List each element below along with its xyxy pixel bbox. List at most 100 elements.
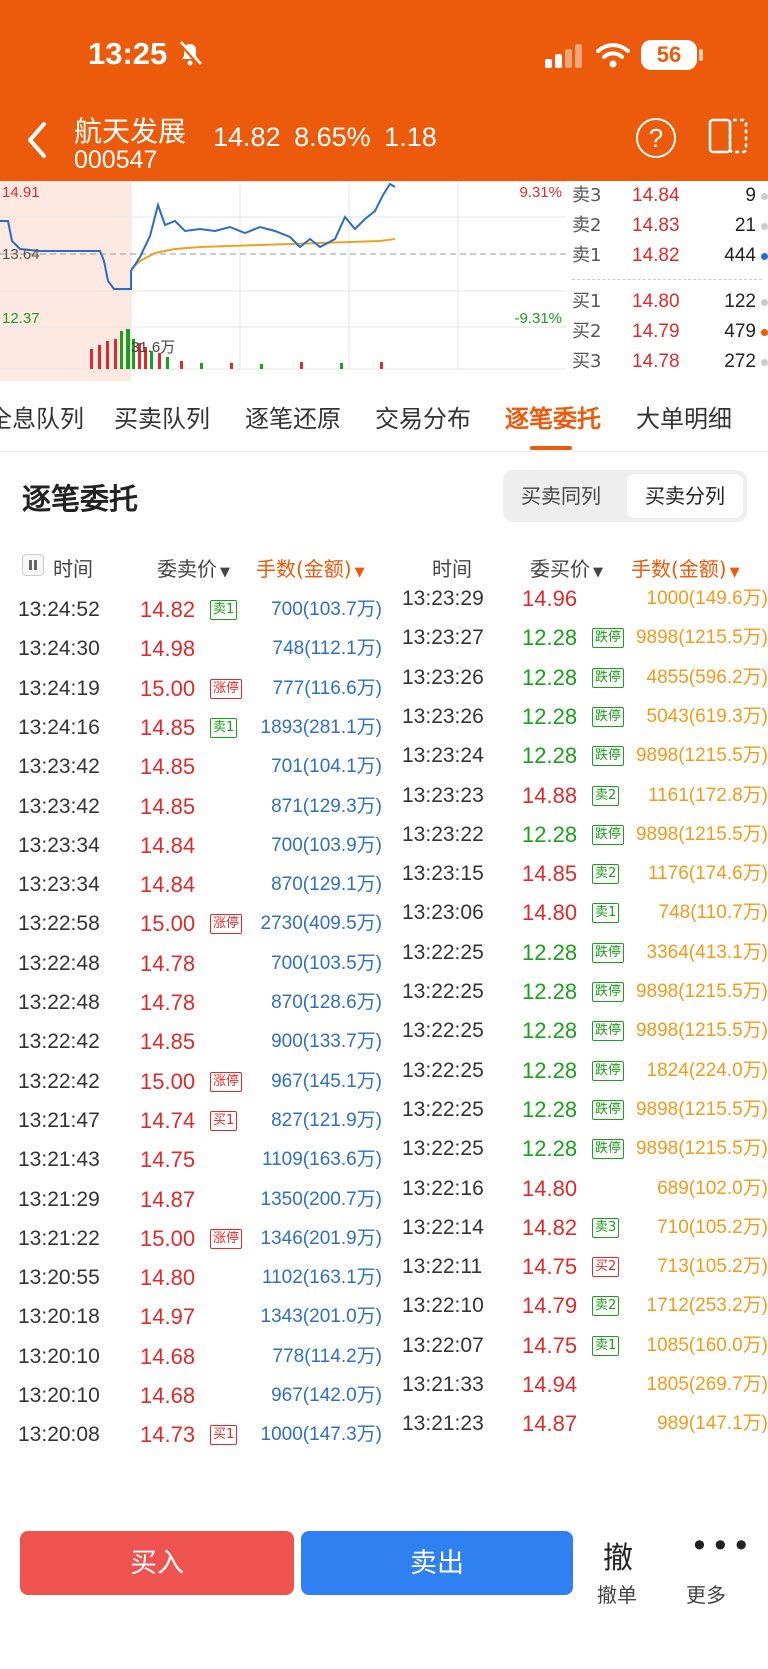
toggle-same-column[interactable]: 买卖同列: [503, 470, 619, 522]
stock-quote: 14.82 8.65% 1.18: [213, 122, 437, 153]
order-time: 13:20:10: [18, 1384, 100, 1407]
volume-max-label: 31.6万: [131, 339, 175, 356]
active-tab-indicator: [530, 446, 572, 450]
sell-order-list[interactable]: 13:24:52 14.82 卖1 700(103.7万) 13:24:30 14.98 7…: [0, 589, 394, 1519]
order-tag-badge: 卖1: [592, 903, 620, 924]
order-time: 13:22:25: [402, 1058, 484, 1082]
tab-full-queue[interactable]: 全息队列: [0, 399, 84, 434]
order-row: 13:21:33 14.94 1805(269.7万): [394, 1364, 768, 1406]
order-time: 13:24:52: [18, 598, 100, 621]
tab-big-order-detail[interactable]: 大单明细: [636, 399, 732, 434]
order-price: 12.28: [522, 1018, 578, 1044]
stock-name: 航天发展: [74, 115, 187, 148]
battery-tip: [699, 49, 703, 61]
order-row: 13:24:52 14.82 卖1 700(103.7万): [0, 589, 394, 631]
bid-label: 买1: [572, 291, 602, 312]
order-time: 13:22:48: [18, 951, 100, 975]
pct-low-label: -9.31%: [514, 310, 562, 327]
order-amount: 1824(224.0万): [646, 1059, 768, 1081]
tab-bid-ask-queue[interactable]: 买卖队列: [114, 399, 210, 434]
bid-volume: 272: [724, 351, 756, 372]
order-price: 14.75: [522, 1254, 578, 1280]
layout-switch-icon[interactable]: [706, 116, 750, 156]
order-price: 14.73: [140, 1422, 196, 1448]
order-row: 13:23:27 12.28 跌停 9898(1215.5万): [394, 617, 768, 659]
order-amount: 1805(269.7万): [646, 1374, 768, 1395]
order-row: 13:23:34 14.84 700(103.9万): [0, 825, 394, 867]
order-time: 13:21:33: [402, 1373, 484, 1396]
back-arrow-icon[interactable]: [22, 118, 52, 162]
order-row: 13:23:23 14.88 卖2 1161(172.8万): [394, 775, 768, 817]
section-title: 逐笔委托: [22, 482, 139, 516]
buy-button[interactable]: 买入: [20, 1531, 294, 1595]
order-amount: 9898(1215.5万): [635, 823, 768, 845]
order-time: 13:23:27: [402, 626, 484, 650]
tab-trade-distribution[interactable]: 交易分布: [375, 399, 471, 434]
toggle-split-column[interactable]: 买卖分列: [627, 474, 743, 518]
order-tag-badge: 跌停: [592, 706, 625, 727]
order-price: 12.28: [522, 1057, 578, 1083]
order-time: 13:22:11: [402, 1255, 483, 1279]
intraday-chart[interactable]: 14.91 13.64 12.37 9.31% -9.31% 31.6万: [0, 181, 566, 381]
order-row: 13:22:42 15.00 涨停 967(145.1万): [0, 1061, 394, 1103]
sell-price-header-label: 委卖价: [157, 557, 217, 581]
order-tag-badge: 买1: [210, 1425, 238, 1446]
wifi-icon: [596, 43, 630, 68]
order-row: 13:23:29 14.96 1000(149.6万): [394, 578, 768, 620]
order-tag-badge: 跌停: [592, 982, 625, 1002]
ask-label: 卖1: [572, 245, 602, 266]
order-amount: 9898(1215.5万): [635, 1098, 768, 1120]
order-row: 13:23:24 12.28 跌停 9898(1215.5万): [394, 735, 768, 777]
ask-price: 14.82: [632, 245, 680, 266]
dot-indicator: [761, 193, 768, 200]
ask-row: 卖2 14.83 21: [566, 213, 768, 239]
pct-high-label: 9.31%: [519, 184, 562, 201]
order-row: 13:22:25 12.28 跌停 9898(1215.5万): [394, 1010, 768, 1052]
order-price: 14.79: [522, 1293, 578, 1319]
sell-button[interactable]: 卖出: [301, 1531, 573, 1595]
order-price: 12.28: [522, 703, 578, 729]
order-tag-badge: 涨停: [210, 678, 243, 699]
order-row: 13:23:34 14.84 870(129.1万): [0, 864, 394, 906]
help-icon[interactable]: ?: [636, 118, 676, 158]
status-bar: 13:25 56: [0, 0, 768, 108]
sell-amount-header[interactable]: 手数(金额) ▼: [256, 553, 365, 582]
pause-icon[interactable]: [22, 554, 44, 576]
sell-amount-header-label: 手数(金额): [256, 557, 352, 581]
order-amount: 710(105.2万): [657, 1216, 768, 1238]
order-row: 13:23:42 14.85 701(104.1万): [0, 746, 394, 788]
sell-price-header[interactable]: 委卖价 ▼: [157, 553, 230, 582]
order-row: 13:22:48 14.78 700(103.5万): [0, 943, 394, 985]
order-amount: 9898(1215.5万): [635, 1020, 768, 1042]
cancel-order-button[interactable]: 撤单: [597, 1579, 637, 1608]
tab-tick-orders[interactable]: 逐笔委托: [505, 399, 601, 434]
order-time: 13:23:24: [402, 744, 484, 768]
tab-tick-restore[interactable]: 逐笔还原: [245, 399, 341, 434]
order-row: 13:22:25 12.28 跌停 9898(1215.5万): [394, 1089, 768, 1131]
order-price: 14.97: [140, 1304, 196, 1330]
order-tag-badge: 买1: [210, 1110, 238, 1131]
order-price: 14.80: [522, 900, 578, 926]
bid-row: 买2 14.79 479: [566, 319, 768, 345]
order-tag-badge: 跌停: [592, 1099, 625, 1120]
cancel-order-icon[interactable]: 撤: [603, 1533, 633, 1577]
order-amount: 700(103.9万): [271, 834, 382, 856]
order-row: 13:20:18 14.97 1343(201.0万): [0, 1296, 394, 1338]
more-button[interactable]: 更多: [686, 1579, 726, 1608]
stock-change-pct: 8.65%: [294, 122, 371, 152]
order-price: 15.00: [140, 1068, 196, 1094]
order-tag-badge: 跌停: [592, 1021, 625, 1042]
order-time: 13:22:58: [18, 912, 100, 936]
order-row: 13:24:19 15.00 涨停 777(116.6万): [0, 668, 394, 710]
more-dots-icon[interactable]: •••: [690, 1527, 753, 1565]
order-price: 12.28: [522, 664, 578, 690]
bid-price: 14.79: [632, 321, 680, 342]
clock: 13:25: [88, 36, 168, 71]
order-tag-badge: 卖1: [210, 600, 238, 620]
order-time: 13:21:47: [18, 1108, 100, 1132]
order-row: 13:22:25 12.28 跌停 9898(1215.5万): [394, 1128, 768, 1170]
order-price: 12.28: [522, 821, 578, 847]
order-price: 14.74: [140, 1107, 196, 1133]
dot-indicator: [761, 299, 768, 306]
buy-order-list[interactable]: 13:23:29 14.96 1000(149.6万) 13:23:27 12.28 跌停…: [394, 578, 768, 1519]
